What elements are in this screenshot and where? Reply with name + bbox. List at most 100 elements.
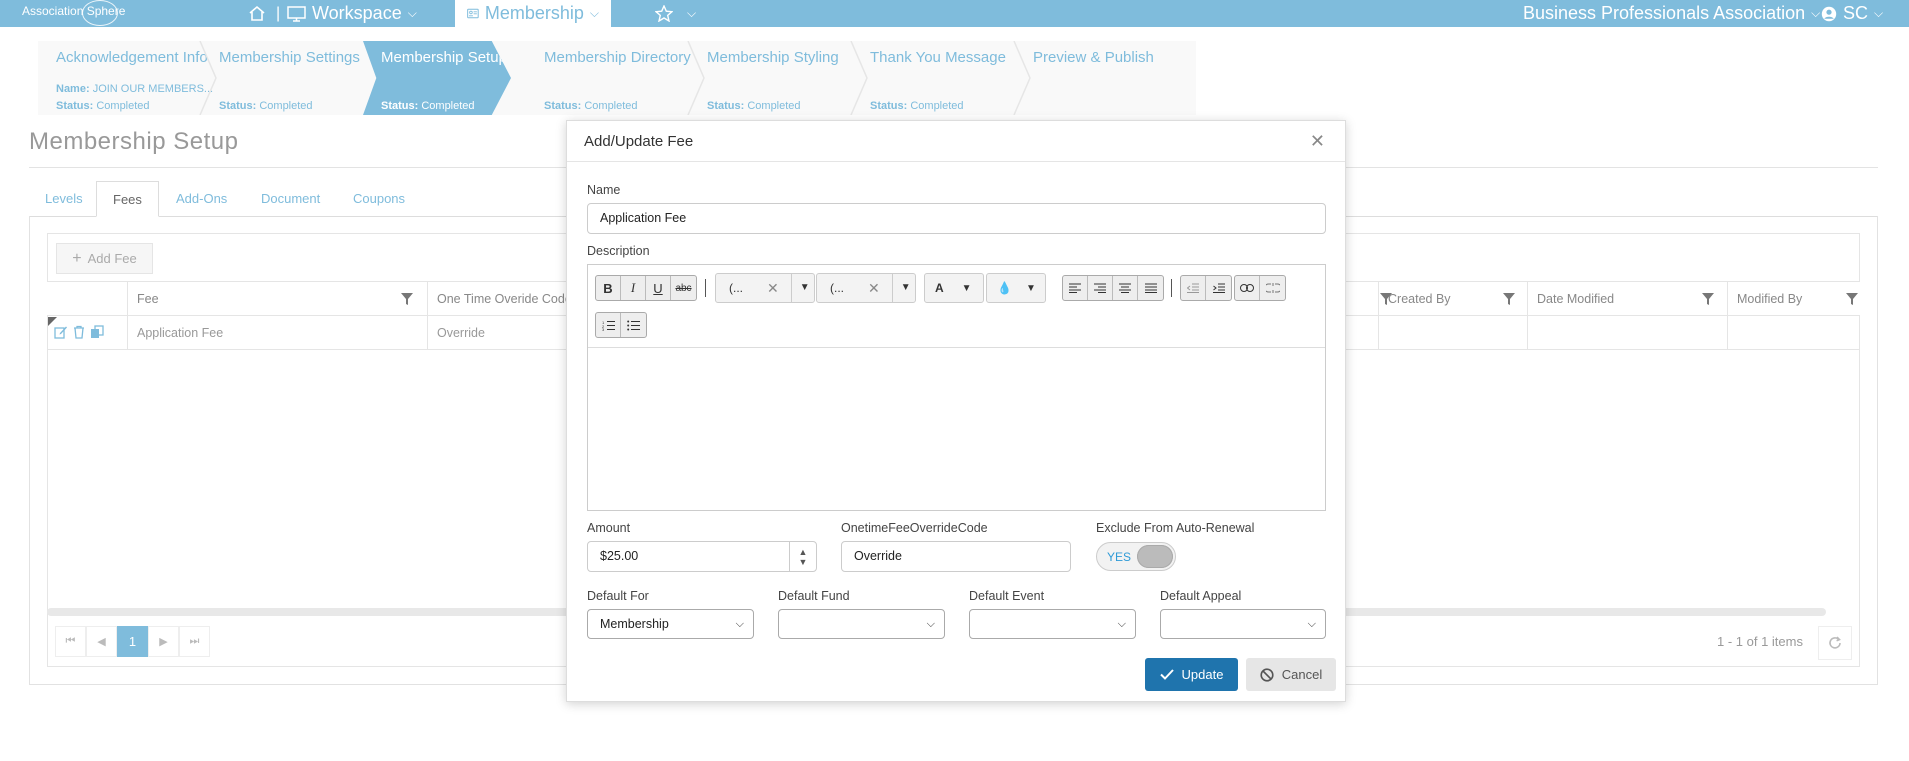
update-button[interactable]: Update: [1145, 658, 1238, 691]
trash-icon[interactable]: [72, 325, 86, 339]
override-code-input[interactable]: Override: [841, 541, 1071, 572]
chevron-down-icon: ⌵: [1117, 618, 1126, 630]
nav-membership[interactable]: Membership ⌵: [455, 0, 611, 27]
name-input[interactable]: Application Fee: [587, 203, 1326, 234]
refresh-icon[interactable]: [1818, 626, 1852, 660]
align-justify-icon[interactable]: [1138, 276, 1163, 300]
link-icon[interactable]: [1235, 276, 1260, 300]
chevron-down-icon: ⌵: [926, 618, 935, 630]
tab-coupons[interactable]: Coupons: [337, 181, 421, 217]
tab-document[interactable]: Document: [245, 181, 336, 217]
column-header-fee[interactable]: Fee: [127, 282, 427, 317]
cancel-button[interactable]: Cancel: [1246, 658, 1336, 691]
bold-icon[interactable]: B: [596, 276, 621, 300]
wizard-step-directory[interactable]: Membership Directory Status: Completed: [526, 41, 691, 115]
wizard-step-setup[interactable]: Membership Setup Status: Completed: [363, 41, 511, 115]
outdent-icon[interactable]: [1181, 276, 1206, 300]
edit-icon[interactable]: [54, 325, 68, 339]
first-page-icon[interactable]: ⏮: [55, 626, 86, 657]
description-textarea[interactable]: [588, 349, 1325, 511]
chevron-down-icon: ⌵: [1307, 618, 1316, 630]
font-family-select[interactable]: (... ✕ ▼: [715, 273, 815, 303]
name-label: Name: [587, 183, 621, 197]
clear-icon[interactable]: ✕: [767, 280, 779, 297]
filter-icon[interactable]: [1503, 293, 1515, 305]
ordered-list-icon[interactable]: 123: [596, 313, 621, 337]
wizard-step-title: Membership Directory: [544, 49, 691, 66]
page-button-current[interactable]: 1: [117, 626, 148, 657]
align-right-icon[interactable]: [1088, 276, 1113, 300]
svg-text:3: 3: [602, 327, 605, 331]
amount-label: Amount: [587, 521, 631, 535]
default-appeal-select[interactable]: ⌵: [1160, 609, 1326, 639]
align-left-icon[interactable]: [1063, 276, 1088, 300]
caret-down-icon[interactable]: ▼: [790, 274, 810, 302]
org-name: Business Professionals Association: [1523, 3, 1806, 23]
favorites-menu[interactable]: ⌵: [655, 0, 696, 27]
check-icon: [1159, 669, 1174, 680]
caret-down-icon: ▼: [961, 282, 972, 294]
font-color-picker[interactable]: A ▼: [924, 273, 984, 303]
indent-group: [1180, 275, 1232, 301]
filter-icon[interactable]: [1702, 293, 1714, 305]
row-actions: [54, 325, 104, 339]
clear-icon[interactable]: ✕: [868, 280, 880, 297]
indent-icon[interactable]: [1206, 276, 1231, 300]
last-page-icon[interactable]: ⏭: [179, 626, 210, 657]
user-menu[interactable]: SC ⌵: [1821, 0, 1883, 27]
wizard-step-publish[interactable]: Preview & Publish: [1015, 41, 1175, 115]
align-group: [1062, 275, 1164, 301]
wizard-step-title: Acknowledgement Info: [56, 49, 208, 66]
cancel-label: Cancel: [1281, 667, 1323, 682]
cell-modified-by: [1727, 316, 1857, 350]
caret-down-icon[interactable]: ▼: [891, 274, 911, 302]
italic-icon[interactable]: I: [621, 276, 646, 300]
column-header-modified-by[interactable]: Modified By: [1727, 282, 1858, 317]
wizard-step-styling[interactable]: Membership Styling Status: Completed: [689, 41, 839, 115]
add-update-fee-dialog: Add/Update Fee ✕ Name Application Fee De…: [566, 120, 1346, 702]
caret-down-icon[interactable]: ▼: [799, 557, 808, 567]
column-header-date-modified[interactable]: Date Modified: [1527, 282, 1727, 317]
amount-input[interactable]: $25.00: [587, 541, 817, 572]
nav-workspace[interactable]: Workspace ⌵: [287, 0, 417, 27]
unordered-list-icon[interactable]: [621, 313, 646, 337]
default-for-select[interactable]: Membership ⌵: [587, 609, 754, 639]
close-icon[interactable]: ✕: [1310, 131, 1325, 152]
home-icon[interactable]: [248, 0, 266, 27]
add-fee-button[interactable]: + Add Fee: [56, 243, 153, 274]
unlink-icon[interactable]: [1260, 276, 1285, 300]
default-event-select[interactable]: ⌵: [969, 609, 1136, 639]
wizard-step-status: Status: Completed: [870, 100, 964, 112]
ban-icon: [1260, 667, 1274, 682]
chevron-down-icon: ⌵: [1811, 6, 1821, 20]
underline-icon[interactable]: U: [646, 276, 671, 300]
prev-page-icon[interactable]: ◀: [86, 626, 117, 657]
tab-fees[interactable]: Fees: [96, 181, 159, 217]
default-event-label: Default Event: [969, 589, 1045, 603]
exclude-auto-renewal-toggle[interactable]: YES: [1096, 542, 1176, 571]
org-menu[interactable]: Business Professionals Association ⌵: [1523, 0, 1820, 27]
app-logo[interactable]: Association Sphere: [22, 0, 125, 26]
column-header-created-by[interactable]: Created By: [1378, 282, 1527, 317]
tab-levels[interactable]: Levels: [29, 181, 99, 217]
wizard-step-settings[interactable]: Membership Settings Status: Completed: [201, 41, 360, 115]
wizard-step-thankyou[interactable]: Thank You Message Status: Completed: [852, 41, 1006, 115]
star-icon: [655, 5, 673, 22]
default-fund-select[interactable]: ⌵: [778, 609, 945, 639]
filter-icon[interactable]: [401, 293, 413, 305]
align-center-icon[interactable]: [1113, 276, 1138, 300]
background-color-picker[interactable]: 💧 ▼: [986, 273, 1046, 303]
amount-stepper[interactable]: ▲ ▼: [789, 541, 816, 572]
font-size-select[interactable]: (... ✕ ▼: [816, 273, 916, 303]
chevron-down-icon: ⌵: [735, 618, 744, 630]
nav-workspace-label: Workspace: [312, 3, 402, 23]
caret-up-icon[interactable]: ▲: [799, 547, 808, 557]
wizard-step-acknowledgement[interactable]: Acknowledgement Info Name: JOIN OUR MEMB…: [38, 41, 213, 115]
strikethrough-icon[interactable]: abc: [671, 276, 696, 300]
next-page-icon[interactable]: ▶: [148, 626, 179, 657]
copy-icon[interactable]: [90, 325, 104, 339]
filter-icon[interactable]: [1846, 293, 1858, 305]
default-for-value: Membership: [600, 617, 669, 631]
tab-addons[interactable]: Add-Ons: [160, 181, 243, 217]
cell-date-modified: [1527, 316, 1727, 350]
